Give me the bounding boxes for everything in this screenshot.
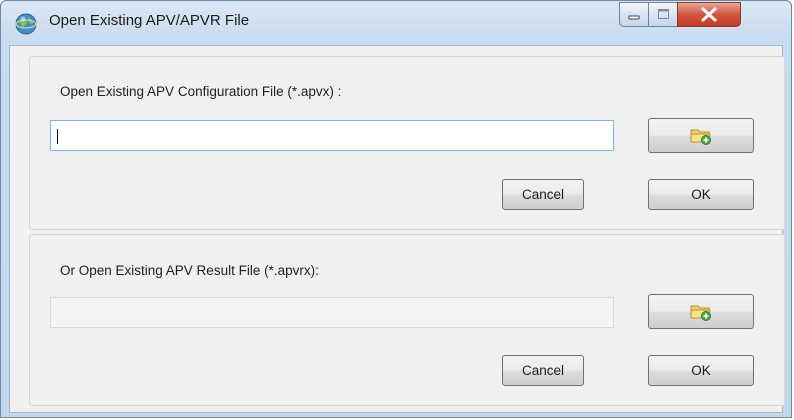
result-browse-button[interactable] (648, 294, 754, 329)
title-bar[interactable]: Open Existing APV/APVR File (1, 1, 791, 45)
window-title: Open Existing APV/APVR File (49, 12, 250, 29)
result-cancel-button[interactable]: Cancel (502, 355, 584, 386)
config-browse-button[interactable] (648, 118, 754, 153)
folder-add-icon (690, 129, 711, 145)
config-file-label: Open Existing APV Configuration File (*.… (60, 84, 342, 99)
result-path-input[interactable] (51, 298, 613, 327)
config-path-input[interactable] (51, 121, 613, 150)
result-file-label: Or Open Existing APV Result File (*.apvr… (60, 263, 319, 278)
close-icon (701, 7, 717, 22)
folder-add-icon (690, 305, 711, 321)
text-caret (57, 129, 58, 144)
config-cancel-button[interactable]: Cancel (502, 179, 584, 210)
config-path-input-box[interactable] (50, 120, 614, 151)
result-ok-button[interactable]: OK (648, 355, 754, 386)
globe-icon (15, 13, 37, 35)
result-path-input-box[interactable] (50, 297, 614, 328)
maximize-button[interactable] (648, 2, 678, 27)
minimize-icon (628, 15, 640, 20)
config-ok-button[interactable]: OK (648, 179, 754, 210)
minimize-button[interactable] (619, 2, 649, 27)
maximize-icon (658, 9, 669, 19)
close-button[interactable] (677, 2, 741, 27)
